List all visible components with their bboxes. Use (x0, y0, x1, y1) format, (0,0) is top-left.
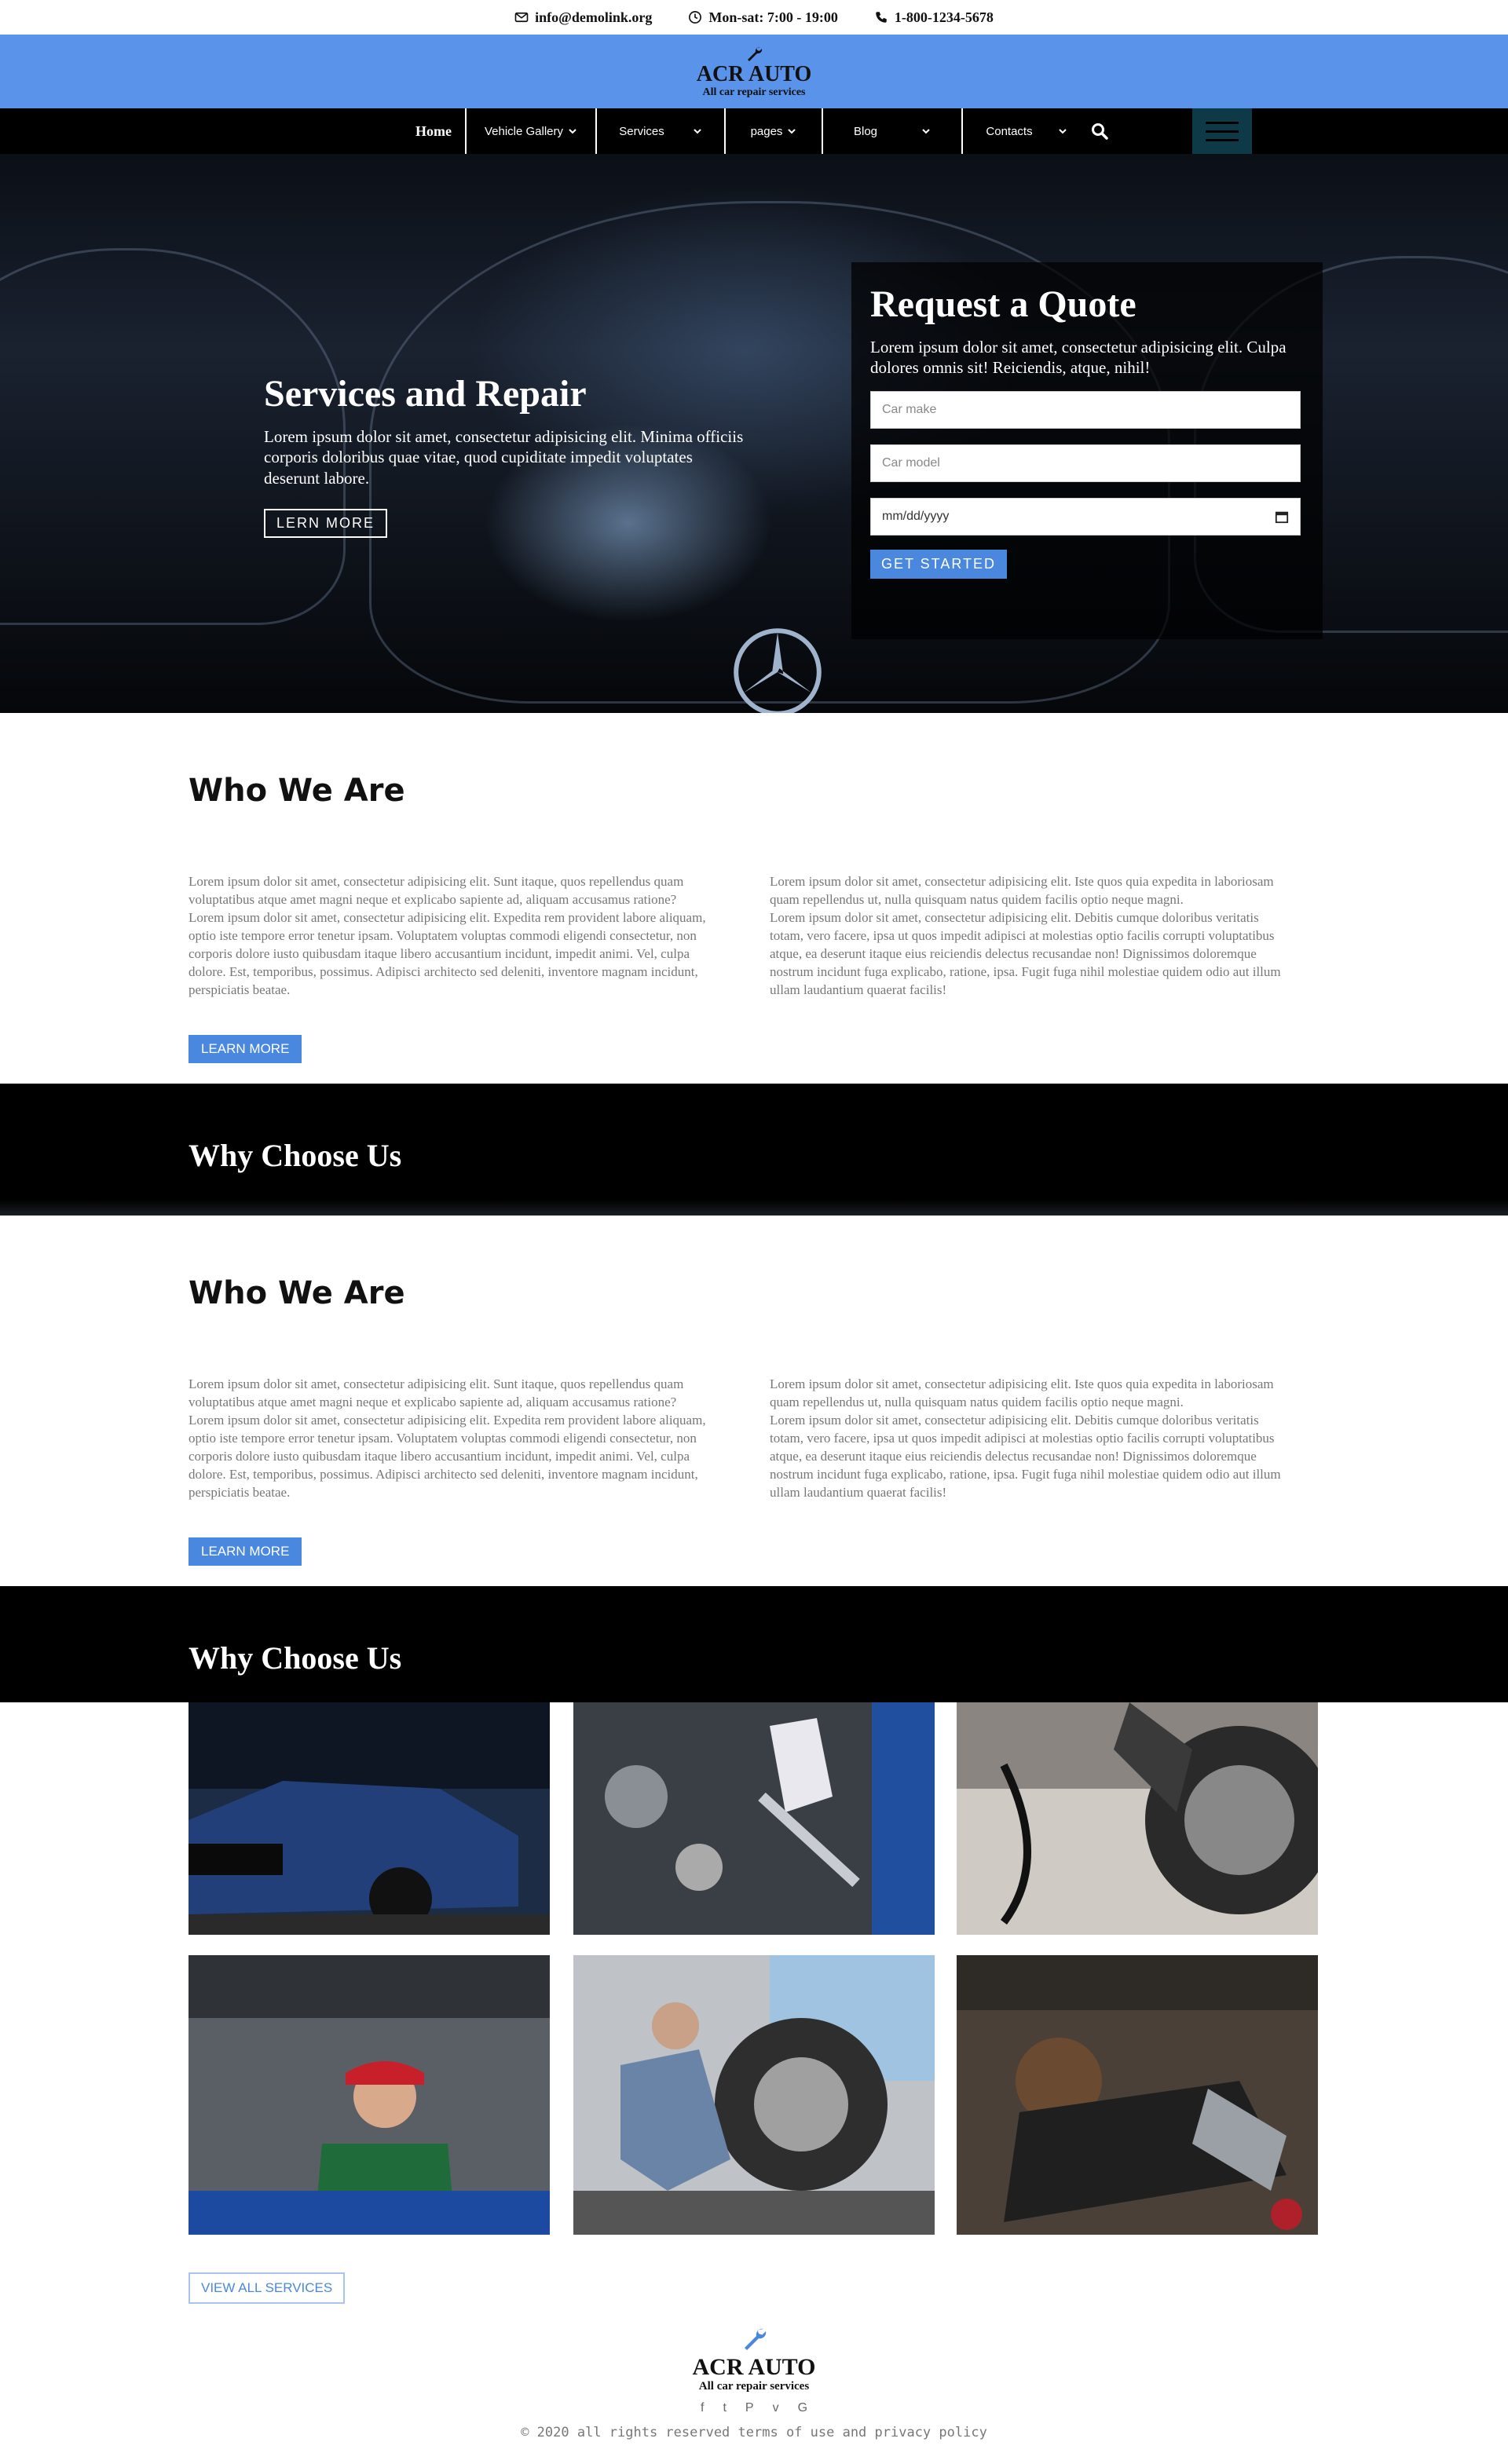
nav-label: pages (750, 124, 783, 138)
section-title: Who We Are (188, 1275, 405, 1311)
email-info[interactable]: info@demolink.org (514, 9, 652, 26)
hero-title: Services and Repair (264, 373, 587, 415)
footer-brand-name: ACR AUTO (692, 2354, 816, 2380)
service-image-under-car[interactable] (957, 1955, 1318, 2235)
nav-item-services[interactable]: Services (597, 108, 726, 154)
nav-item-vehicle-gallery[interactable]: Vehicle Gallery (467, 108, 597, 154)
email-text: info@demolink.org (535, 9, 653, 25)
service-image-tire-change[interactable] (573, 1955, 935, 2235)
google-icon[interactable]: G (798, 2401, 807, 2415)
paragraph: Lorem ipsum dolor sit amet, consectetur … (188, 874, 684, 907)
hours-info: Mon-sat: 7:00 - 19:00 (688, 9, 838, 26)
quote-text: Lorem ipsum dolor sit amet, consectetur … (870, 338, 1287, 378)
brand-bar: ACR AUTO All car repair services (0, 35, 1508, 108)
hamburger-line (1206, 121, 1239, 124)
footer: ACR AUTO All car repair services f t P v… (0, 2324, 1508, 2464)
twitter-icon[interactable]: t (723, 2401, 726, 2415)
why-choose-us-section: Why Choose Us (0, 1586, 1508, 1702)
phone-text: 1-800-1234-5678 (894, 9, 994, 25)
learn-more-button[interactable]: LEARN MORE (188, 1035, 302, 1063)
chevron-down-icon (569, 129, 576, 134)
date-placeholder: mm/dd/yyyy (882, 509, 950, 523)
hero-section: Services and Repair Lorem ipsum dolor si… (0, 154, 1508, 713)
clock-icon (689, 11, 702, 24)
paragraph: Lorem ipsum dolor sit amet, consectetur … (770, 1412, 1281, 1500)
why-choose-us-section: Why Choose Us (0, 1084, 1508, 1216)
quote-title: Request a Quote (870, 283, 1136, 325)
top-info-bar: info@demolink.org Mon-sat: 7:00 - 19:00 … (0, 0, 1508, 35)
services-gallery (0, 1702, 1508, 2288)
nav-label: Services (619, 124, 664, 138)
who-left-text: Lorem ipsum dolor sit amet, consectetur … (188, 1376, 713, 1502)
nav-item-home[interactable]: Home (402, 108, 467, 154)
chevron-down-icon (694, 129, 701, 134)
footer-brand-tagline: All car repair services (698, 2380, 810, 2393)
service-image-wrench-hand[interactable] (573, 1702, 935, 1935)
hero-text: Lorem ipsum dolor sit amet, consectetur … (264, 427, 744, 488)
hamburger-line (1206, 138, 1239, 141)
get-started-button[interactable]: GET STARTED (870, 549, 1008, 579)
learn-more-button[interactable]: LEARN MORE (188, 1537, 302, 1566)
section-title: Why Choose Us (188, 1640, 402, 1676)
service-image-tire-air[interactable] (957, 1702, 1318, 1935)
car-model-input[interactable]: Car model (870, 444, 1301, 482)
paragraph: Lorem ipsum dolor sit amet, consectetur … (770, 1376, 1274, 1409)
service-image-mechanic-woman[interactable] (188, 1955, 550, 2235)
nav-label: Home (415, 122, 452, 139)
mercedes-emblem-icon (734, 628, 822, 713)
vimeo-icon[interactable]: v (773, 2401, 779, 2415)
hamburger-icon[interactable] (1192, 108, 1252, 154)
who-right-text: Lorem ipsum dolor sit amet, consectetur … (770, 1376, 1294, 1502)
chevron-down-icon (922, 129, 930, 134)
service-image-engine[interactable] (188, 1702, 550, 1935)
main-nav: Home Vehicle Gallery Services pages Blog… (0, 108, 1508, 154)
car-make-placeholder: Car make (882, 402, 937, 416)
phone-info[interactable]: 1-800-1234-5678 (874, 9, 994, 26)
hours-text: Mon-sat: 7:00 - 19:00 (708, 9, 838, 25)
paragraph: Lorem ipsum dolor sit amet, consectetur … (770, 909, 1281, 997)
wrench-icon (745, 2328, 767, 2350)
section-title: Why Choose Us (188, 1138, 402, 1173)
nav-label: Vehicle Gallery (484, 124, 564, 138)
paragraph: Lorem ipsum dolor sit amet, consectetur … (188, 1376, 684, 1409)
who-left-text: Lorem ipsum dolor sit amet, consectetur … (188, 873, 713, 1000)
nav-item-blog[interactable]: Blog (823, 108, 963, 154)
hamburger-line (1206, 130, 1239, 133)
calendar-icon[interactable] (1275, 510, 1289, 524)
date-input[interactable]: mm/dd/yyyy (870, 497, 1301, 536)
who-right-text: Lorem ipsum dolor sit amet, consectetur … (770, 873, 1294, 1000)
social-links: f t P v G (701, 2401, 807, 2415)
quote-form: Request a Quote Lorem ipsum dolor sit am… (851, 262, 1323, 639)
brand-tagline: All car repair services (702, 86, 806, 99)
paragraph: Lorem ipsum dolor sit amet, consectetur … (770, 874, 1274, 907)
learn-more-button[interactable]: LERN MORE (264, 508, 388, 538)
facebook-icon[interactable]: f (701, 2401, 704, 2415)
nav-item-contacts[interactable]: Contacts (963, 108, 1090, 154)
pinterest-icon[interactable]: P (745, 2401, 754, 2415)
nav-label: Blog (853, 124, 878, 138)
envelope-icon (514, 12, 529, 23)
car-make-input[interactable]: Car make (870, 390, 1301, 429)
view-all-services-button[interactable]: VIEW ALL SERVICES (188, 2272, 346, 2304)
nav-item-pages[interactable]: pages (726, 108, 823, 154)
paragraph: Lorem ipsum dolor sit amet, consectetur … (188, 1412, 706, 1500)
chevron-down-icon (1058, 129, 1067, 134)
brand-name: ACR AUTO (696, 61, 812, 86)
chevron-down-icon (788, 129, 796, 134)
who-we-are-section: Who We Are Lorem ipsum dolor sit amet, c… (0, 1216, 1508, 1586)
wrench-icon (747, 46, 763, 61)
brand-logo[interactable]: ACR AUTO All car repair services (696, 44, 812, 100)
nav-items: Home Vehicle Gallery Services pages Blog… (402, 108, 1090, 154)
copyright-text: © 2020 all rights reserved terms of use … (521, 2425, 987, 2440)
section-title: Who We Are (188, 773, 405, 809)
car-model-placeholder: Car model (882, 455, 940, 470)
who-we-are-section: Who We Are Lorem ipsum dolor sit amet, c… (0, 713, 1508, 1084)
paragraph: Lorem ipsum dolor sit amet, consectetur … (188, 909, 706, 997)
nav-label: Contacts (986, 124, 1033, 138)
hero-content: Services and Repair Lorem ipsum dolor si… (264, 372, 751, 538)
search-icon[interactable] (1090, 122, 1109, 141)
phone-icon (876, 12, 887, 23)
